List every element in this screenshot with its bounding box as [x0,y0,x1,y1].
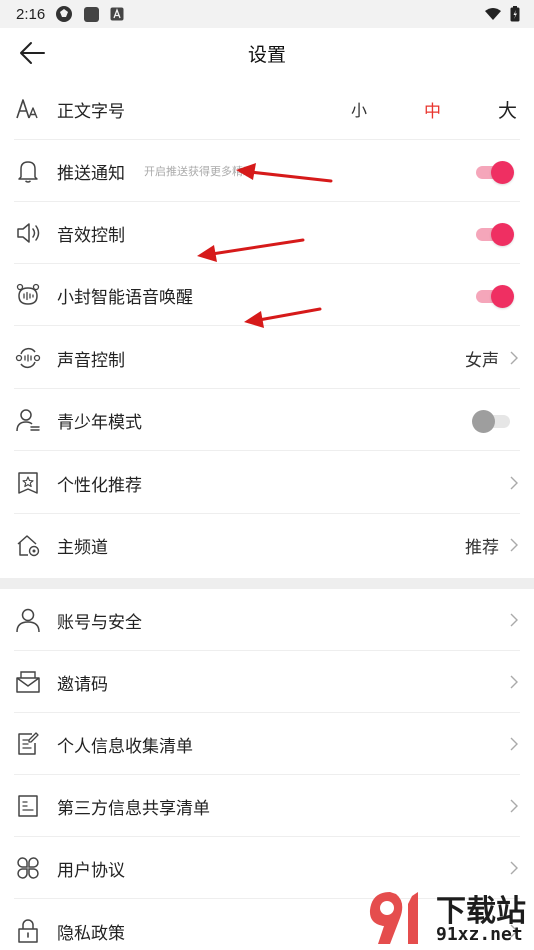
watermark: 下载站 91xz.net [360,882,534,950]
top-app-bar: 设置 [0,28,534,78]
row-label: 第三方信息共享清单 [57,798,210,819]
wifi-icon [485,8,501,20]
chevron-right-icon [510,737,518,751]
lock-icon [14,917,42,945]
voice-robot-icon [14,281,42,309]
main-channel-row[interactable]: 主频道 推荐 [0,514,534,576]
sound-effect-row: 音效控制 [0,202,534,264]
third-party-sharing-list-row[interactable]: 第三方信息共享清单 [0,775,534,837]
voice-wakeup-row: 小封智能语音唤醒 [0,264,534,326]
sound-effect-toggle[interactable] [476,220,514,246]
home-settings-icon [14,531,42,559]
row-label: 主频道 [57,537,108,558]
document-list-icon [14,792,42,820]
row-label: 推送通知 [57,163,125,184]
personalized-recommendation-row[interactable]: 个性化推荐 [0,452,534,514]
voice-switch-icon [14,344,42,372]
status-bar: 2:16 [0,0,534,28]
invite-code-row[interactable]: 邀请码 [0,651,534,713]
row-label: 个性化推荐 [57,475,142,496]
row-label: 账号与安全 [57,612,142,633]
status-time: 2:16 [16,5,46,23]
font-size-row: 正文字号 小 中 大 [0,78,534,140]
battery-icon [510,6,520,22]
row-label: 邀请码 [57,674,108,695]
a-notification-icon [110,7,124,21]
star-bookmark-icon [14,469,42,497]
clover-icon [14,854,42,882]
push-notification-row: 推送通知 开启推送获得更多精彩 [0,140,534,202]
teen-mode-row: 青少年模式 [0,389,534,451]
font-size-large-option[interactable]: 大 [498,96,517,123]
voice-value: 女声 [465,350,499,371]
row-label: 音效控制 [57,225,125,246]
edit-document-icon [14,730,42,758]
voice-control-row[interactable]: 声音控制 女声 [0,327,534,389]
teen-user-icon [14,406,42,434]
row-label: 小封智能语音唤醒 [57,287,193,308]
app-notification-icon [56,6,73,22]
watermark-domain: 91xz.net [436,924,523,945]
chevron-right-icon [510,799,518,813]
speaker-icon [14,219,42,247]
row-label: 声音控制 [57,350,125,371]
row-description: 开启推送获得更多精彩 [144,165,254,178]
main-channel-value: 推荐 [465,537,499,558]
envelope-icon [14,668,42,696]
chevron-right-icon [510,861,518,875]
user-icon [14,606,42,634]
row-label: 正文字号 [57,101,125,122]
voice-wakeup-toggle[interactable] [476,282,514,308]
chevron-right-icon [510,675,518,689]
chevron-right-icon [510,351,518,365]
row-label: 青少年模式 [57,412,142,433]
row-label: 个人信息收集清单 [57,736,193,757]
square-notification-icon [84,6,100,22]
chevron-right-icon [510,476,518,490]
page-title: 设置 [247,44,286,66]
row-label: 隐私政策 [57,923,125,944]
row-label: 用户协议 [57,860,125,881]
account-security-row[interactable]: 账号与安全 [0,589,534,651]
section-divider [0,578,534,589]
font-size-icon [14,95,42,123]
font-size-small-option[interactable]: 小 [351,97,367,121]
chevron-right-icon [510,538,518,552]
bell-icon [14,157,42,185]
personal-info-list-row[interactable]: 个人信息收集清单 [0,713,534,775]
push-notification-toggle[interactable] [476,158,514,184]
chevron-right-icon [510,613,518,627]
teen-mode-toggle[interactable] [472,407,514,433]
font-size-medium-option[interactable]: 中 [424,97,441,122]
